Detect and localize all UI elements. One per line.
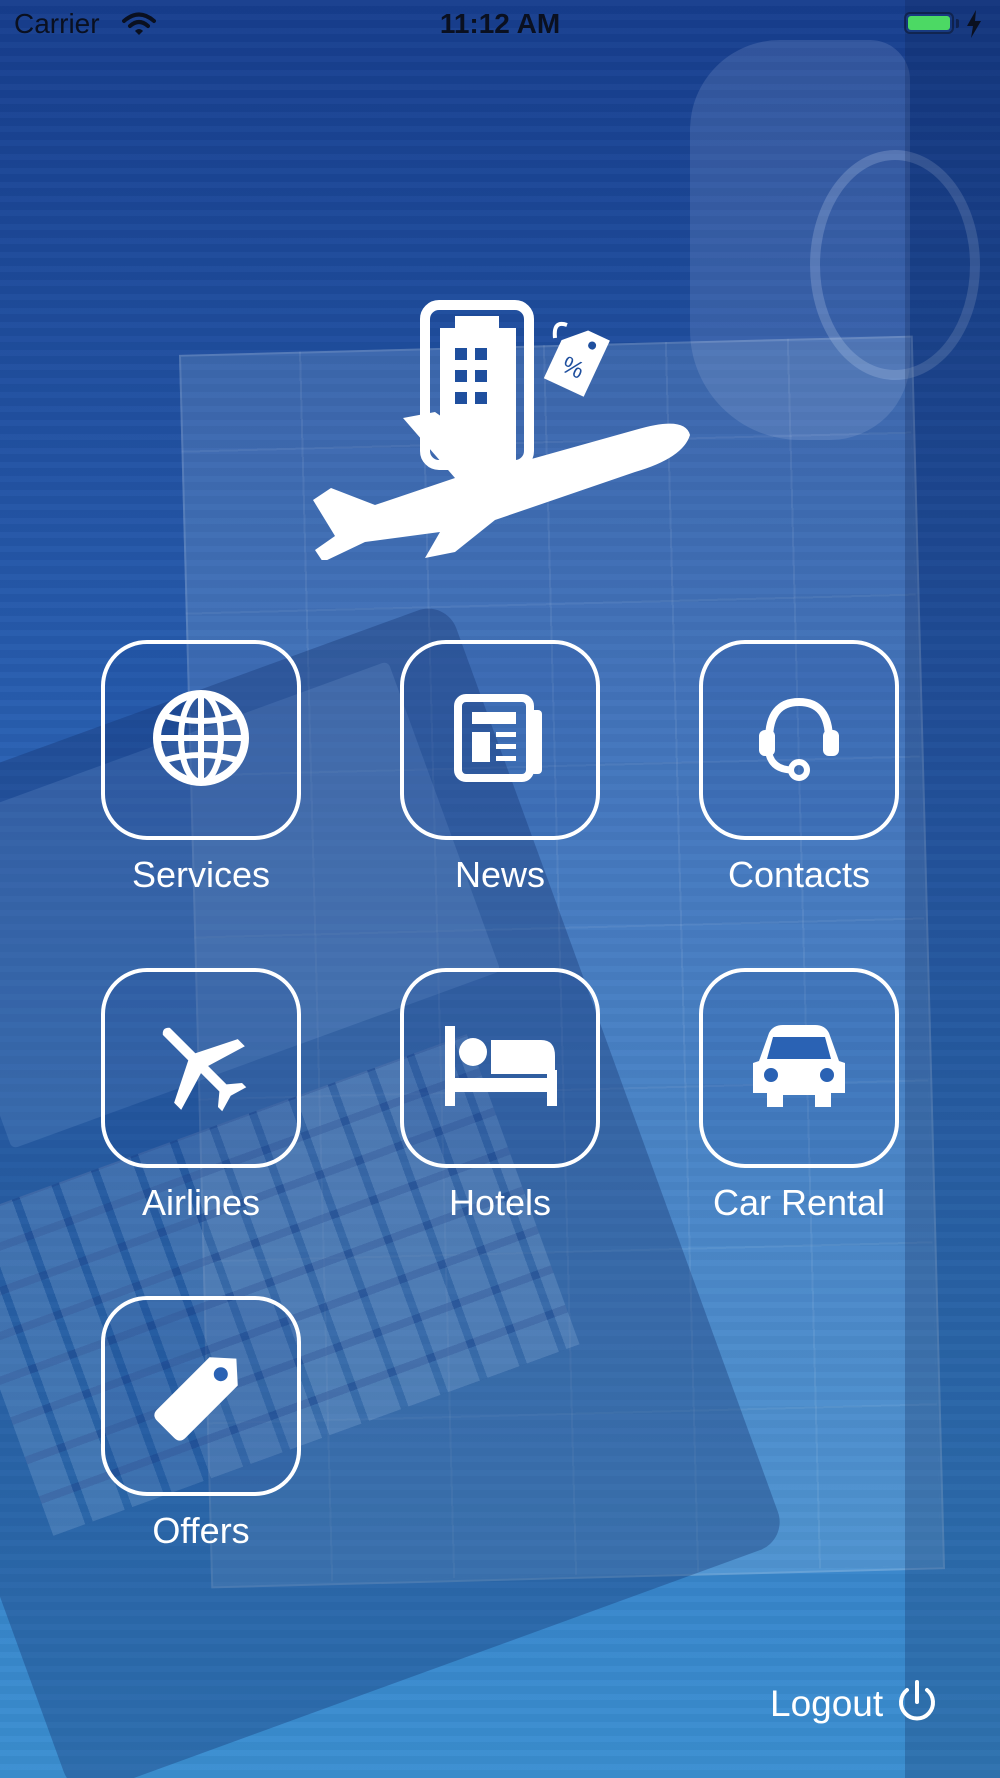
- menu-item-car-rental[interactable]: Car Rental: [694, 968, 904, 1224]
- hotels-label: Hotels: [448, 1182, 552, 1223]
- menu-item-contacts[interactable]: Contacts: [694, 640, 904, 896]
- contacts-label: Contacts: [727, 854, 871, 895]
- battery-level: [908, 16, 950, 30]
- bed-icon: [443, 1024, 557, 1113]
- logout-button[interactable]: Logout: [770, 1674, 937, 1734]
- hotels-button[interactable]: [400, 968, 600, 1168]
- plane-hotel-discount-logo: %: [305, 300, 700, 562]
- power-icon: [897, 1679, 937, 1729]
- menu-item-airlines[interactable]: Airlines: [96, 968, 306, 1224]
- car-rental-label: Car Rental: [712, 1182, 886, 1223]
- background-mug: [810, 150, 980, 380]
- logout-label: Logout: [770, 1683, 884, 1724]
- newspaper-icon: [454, 692, 546, 789]
- airlines-label: Airlines: [141, 1182, 261, 1223]
- battery-tip: [956, 19, 959, 28]
- price-tag-icon: [151, 1344, 251, 1449]
- menu-item-offers[interactable]: Offers: [96, 1296, 306, 1552]
- airlines-button[interactable]: [101, 968, 301, 1168]
- contacts-button[interactable]: [699, 640, 899, 840]
- offers-button[interactable]: [101, 1296, 301, 1496]
- clock-label: 11:12 AM: [439, 8, 561, 39]
- menu-item-news[interactable]: News: [395, 640, 605, 896]
- menu-item-services[interactable]: Services: [96, 640, 306, 896]
- services-button[interactable]: [101, 640, 301, 840]
- services-label: Services: [131, 854, 271, 895]
- offers-label: Offers: [152, 1510, 250, 1551]
- background-side-panel: [905, 0, 1000, 1778]
- car-icon: [749, 1023, 849, 1114]
- car-rental-button[interactable]: [699, 968, 899, 1168]
- background-hand: [690, 40, 910, 440]
- news-button[interactable]: [400, 640, 600, 840]
- globe-icon: [151, 688, 251, 793]
- news-label: News: [454, 854, 546, 895]
- airplane-icon: [146, 1011, 256, 1126]
- status-bar: Carrier 11:12 AM: [0, 0, 1000, 50]
- headset-icon: [751, 690, 847, 791]
- charging-bolt-icon: [966, 10, 982, 43]
- menu-item-hotels[interactable]: Hotels: [395, 968, 605, 1224]
- home-screen: Carrier 11:12 AM % Services News Contact…: [0, 0, 1000, 1778]
- battery-icon: [904, 12, 954, 34]
